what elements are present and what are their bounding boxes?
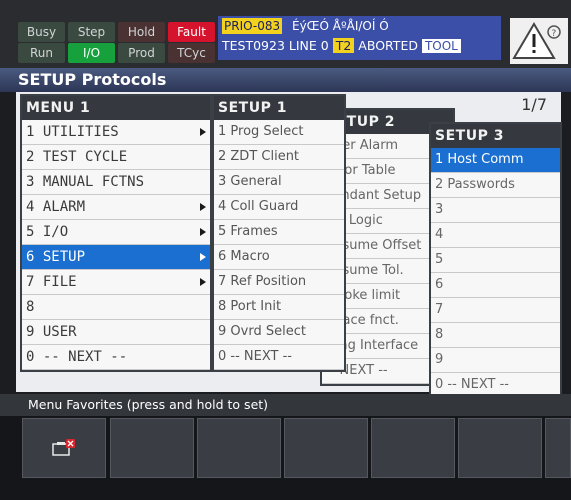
setup3-item[interactable]: 4 (431, 223, 560, 248)
favorite-slot-1[interactable] (22, 418, 106, 478)
run-lamp: Run (18, 43, 65, 63)
setup3-item-passwords[interactable]: 2 Passwords (431, 173, 560, 198)
program-state: ABORTED (358, 38, 418, 53)
menu-item-label: 0 -- NEXT -- (26, 349, 128, 365)
setup1-header: SETUP 1 (214, 96, 344, 120)
status-panel: PRIO-083 ÉýŒÓ ÅºÅI/OÍ Ó TEST0923 LINE 0 … (218, 16, 501, 60)
alarm-message: ÉýŒÓ ÅºÅI/OÍ Ó (292, 19, 389, 33)
main-menu-header: MENU 1 (22, 96, 210, 120)
hold-lamp: Hold (118, 22, 165, 42)
setup1-item[interactable]: 7 Ref Position (214, 270, 344, 295)
setup3-item[interactable]: 9 (431, 348, 560, 373)
menu-item-label: 7 FILE (26, 274, 77, 290)
menu-item-label: 4 ALARM (26, 199, 86, 215)
favorite-slot-2[interactable] (110, 418, 194, 478)
submenu-arrow-icon (200, 203, 206, 211)
setup3-item[interactable]: 6 (431, 273, 560, 298)
status-bar: Busy Step Hold Fault Run I/O Prod TCyc P… (0, 0, 571, 68)
submenu-arrow-icon (200, 253, 206, 261)
setup1-item[interactable]: 1 Prog Select (214, 120, 344, 145)
submenu-arrow-icon (200, 128, 206, 136)
submenu-arrow-icon (200, 278, 206, 286)
favorite-slot-7[interactable] (545, 418, 571, 478)
favorite-slot-6[interactable] (458, 418, 542, 478)
menu-item-label: 6 SETUP (26, 249, 86, 265)
tcyc-lamp: TCyc (168, 43, 215, 63)
menu-item-8[interactable]: 8 (22, 295, 210, 320)
menu-item-test-cycle[interactable]: 2 TEST CYCLE (22, 145, 210, 170)
busy-lamp: Busy (18, 22, 65, 42)
setup1-item[interactable]: 3 General (214, 170, 344, 195)
menu-item-label: 1 UTILITIES (26, 124, 119, 140)
setup3-item[interactable]: 5 (431, 248, 560, 273)
step-lamp: Step (68, 22, 115, 42)
mode-badge: T2 (332, 38, 355, 53)
menu-item-label: 3 MANUAL FCTNS (26, 174, 145, 190)
setup3-item[interactable]: 8 (431, 323, 560, 348)
setup1-item[interactable]: 8 Port Init (214, 295, 344, 320)
page-title: SETUP Protocols (18, 70, 167, 89)
alarm-code: PRIO-083 (222, 18, 283, 34)
favorite-slot-3[interactable] (197, 418, 281, 478)
tool-badge: TOOL (421, 39, 461, 53)
setup1-item[interactable]: 6 Macro (214, 245, 344, 270)
setup3-header: SETUP 3 (431, 124, 560, 148)
favorites-keys (0, 416, 571, 500)
setup3-menu: SETUP 3 1 Host Comm 2 Passwords 3 4 5 6 … (429, 122, 562, 400)
menu-item-file[interactable]: 7 FILE (22, 270, 210, 295)
submenu-arrow-icon (200, 228, 206, 236)
program-status-line: TEST0923 LINE 0 T2 ABORTED TOOL (222, 38, 461, 54)
add-favorite-icon (52, 439, 75, 456)
menu-item-label: 9 USER (26, 324, 77, 340)
menu-item-utilities[interactable]: 1 UTILITIES (22, 120, 210, 145)
menu-item-label: 5 I/O (26, 224, 69, 240)
menu-item-manual-fctns[interactable]: 3 MANUAL FCTNS (22, 170, 210, 195)
alert-button[interactable]: ? (510, 18, 568, 64)
setup3-item[interactable]: 3 (431, 198, 560, 223)
title-bar: SETUP Protocols (0, 68, 571, 92)
menu-item-alarm[interactable]: 4 ALARM (22, 195, 210, 220)
setup1-item[interactable]: 2 ZDT Client (214, 145, 344, 170)
favorite-slot-5[interactable] (371, 418, 455, 478)
prod-lamp: Prod (118, 43, 165, 63)
favorite-slot-4[interactable] (284, 418, 368, 478)
setup3-item[interactable]: 7 (431, 298, 560, 323)
menu-item-setup[interactable]: 6 SETUP (22, 245, 210, 270)
setup1-item[interactable]: 4 Coll Guard (214, 195, 344, 220)
setup1-item[interactable]: 9 Ovrd Select (214, 320, 344, 345)
menu-item-io[interactable]: 5 I/O (22, 220, 210, 245)
menu-item-label: 8 (26, 299, 35, 315)
setup1-menu: SETUP 1 1 Prog Select 2 ZDT Client 3 Gen… (212, 94, 346, 372)
setup1-item[interactable]: 5 Frames (214, 220, 344, 245)
menu-item-next[interactable]: 0 -- NEXT -- (22, 345, 210, 370)
svg-text:?: ? (552, 29, 557, 39)
program-line: TEST0923 LINE 0 (222, 38, 329, 53)
favorites-bar: Menu Favorites (press and hold to set) (0, 394, 571, 416)
warning-icon: ? (512, 22, 561, 59)
setup1-item[interactable]: 0 -- NEXT -- (214, 345, 344, 370)
favorites-label: Menu Favorites (press and hold to set) (28, 397, 269, 412)
io-lamp: I/O (68, 43, 115, 63)
menu-item-user[interactable]: 9 USER (22, 320, 210, 345)
menu-item-label: 2 TEST CYCLE (26, 149, 128, 165)
fault-lamp: Fault (168, 22, 215, 42)
main-menu: MENU 1 1 UTILITIES 2 TEST CYCLE 3 MANUAL… (20, 94, 212, 372)
page-indicator: 1/7 (521, 95, 547, 114)
setup3-item-host-comm[interactable]: 1 Host Comm (431, 148, 560, 173)
